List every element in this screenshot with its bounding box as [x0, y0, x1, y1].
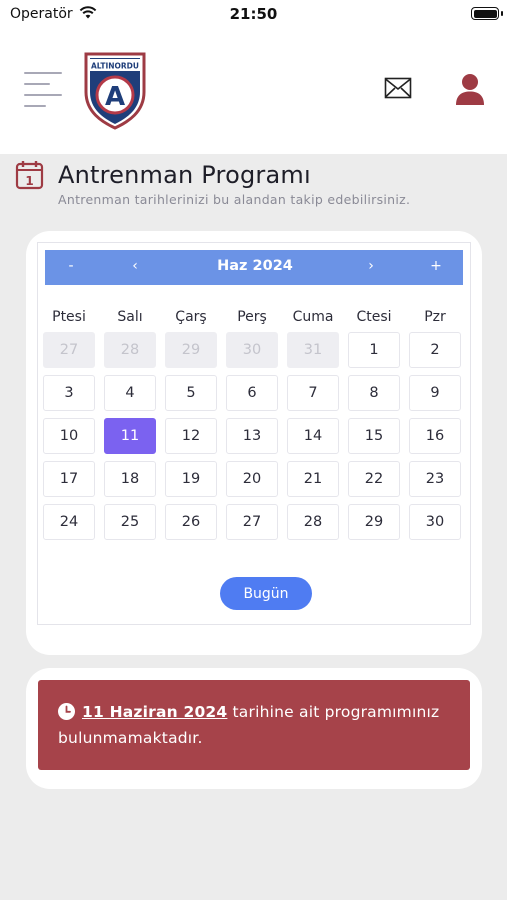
day-cell[interactable]: 10: [43, 418, 95, 454]
weekday-label: Ptesi: [52, 309, 86, 325]
weekday-label: Pzr: [424, 309, 446, 325]
next-year-button[interactable]: +: [421, 258, 451, 274]
page-title: Antrenman Programı: [58, 161, 311, 189]
day-cell[interactable]: 23: [409, 461, 461, 497]
day-cell[interactable]: 20: [226, 461, 278, 497]
prev-year-button[interactable]: -: [56, 258, 86, 274]
weekday-label: Perş: [237, 309, 267, 325]
weekday-label: Çarş: [175, 309, 207, 325]
battery-icon: [471, 7, 499, 20]
app-header: ALTINORDU A: [0, 30, 507, 154]
day-cell-outside-month[interactable]: 28: [104, 332, 156, 368]
day-cell[interactable]: 21: [287, 461, 339, 497]
day-cell[interactable]: 4: [104, 375, 156, 411]
calendar-navigation-bar: - ‹ Haz 2024 › +: [45, 250, 463, 285]
no-program-alert: 11 Haziran 2024 tarihine ait programımın…: [38, 680, 470, 770]
day-cell[interactable]: 17: [43, 461, 95, 497]
user-profile-icon[interactable]: [455, 73, 485, 105]
day-cell[interactable]: 13: [226, 418, 278, 454]
weekday-label: Ctesi: [356, 309, 392, 325]
calendar-icon: 1: [15, 161, 44, 190]
alert-message: 11 Haziran 2024 tarihine ait programımın…: [58, 699, 458, 751]
day-cell[interactable]: 8: [348, 375, 400, 411]
day-cell[interactable]: 12: [165, 418, 217, 454]
info-card: 11 Haziran 2024 tarihine ait programımın…: [26, 668, 482, 789]
day-cell[interactable]: 1: [348, 332, 400, 368]
day-cell-outside-month[interactable]: 30: [226, 332, 278, 368]
day-cell-outside-month[interactable]: 29: [165, 332, 217, 368]
next-month-button[interactable]: ›: [356, 258, 386, 274]
mail-icon[interactable]: [384, 77, 412, 99]
weekday-label: Cuma: [292, 309, 334, 325]
status-time: 21:50: [229, 5, 278, 23]
calendar: - ‹ Haz 2024 › + Ptesi Salı Çarş Perş Cuma Ct…: [37, 242, 471, 625]
day-cell-selected[interactable]: 11: [104, 418, 156, 454]
alert-date-link[interactable]: 11 Haziran 2024: [82, 703, 227, 721]
prev-month-button[interactable]: ‹: [120, 258, 150, 274]
day-cell[interactable]: 25: [104, 504, 156, 540]
battery-cap: [501, 11, 503, 16]
day-cell[interactable]: 26: [165, 504, 217, 540]
today-button[interactable]: Bugün: [220, 577, 312, 610]
day-cell[interactable]: 6: [226, 375, 278, 411]
day-cell[interactable]: 9: [409, 375, 461, 411]
day-cell[interactable]: 2: [409, 332, 461, 368]
day-cell-outside-month[interactable]: 31: [287, 332, 339, 368]
weekday-label: Salı: [117, 309, 143, 325]
club-logo: ALTINORDU A: [84, 52, 146, 130]
logo-letter: A: [105, 82, 125, 112]
day-cell[interactable]: 18: [104, 461, 156, 497]
day-cell[interactable]: 30: [409, 504, 461, 540]
day-cell[interactable]: 29: [348, 504, 400, 540]
day-cell[interactable]: 27: [226, 504, 278, 540]
status-bar: Operatör 21:50: [0, 0, 507, 30]
day-cell[interactable]: 28: [287, 504, 339, 540]
calendar-icon-number: 1: [25, 174, 33, 188]
day-cell[interactable]: 24: [43, 504, 95, 540]
day-cell[interactable]: 3: [43, 375, 95, 411]
calendar-card: - ‹ Haz 2024 › + Ptesi Salı Çarş Perş Cuma Ct…: [26, 231, 482, 655]
hamburger-menu-icon[interactable]: [24, 72, 62, 108]
month-label[interactable]: Haz 2024: [195, 258, 315, 274]
day-cell[interactable]: 22: [348, 461, 400, 497]
logo-text: ALTINORDU: [91, 62, 139, 71]
day-cell-outside-month[interactable]: 27: [43, 332, 95, 368]
day-cell[interactable]: 15: [348, 418, 400, 454]
page-subtitle: Antrenman tarihlerinizi bu alandan takip…: [58, 192, 411, 207]
day-cell[interactable]: 14: [287, 418, 339, 454]
day-cell[interactable]: 16: [409, 418, 461, 454]
day-cell[interactable]: 5: [165, 375, 217, 411]
day-cell[interactable]: 19: [165, 461, 217, 497]
day-cell[interactable]: 7: [287, 375, 339, 411]
